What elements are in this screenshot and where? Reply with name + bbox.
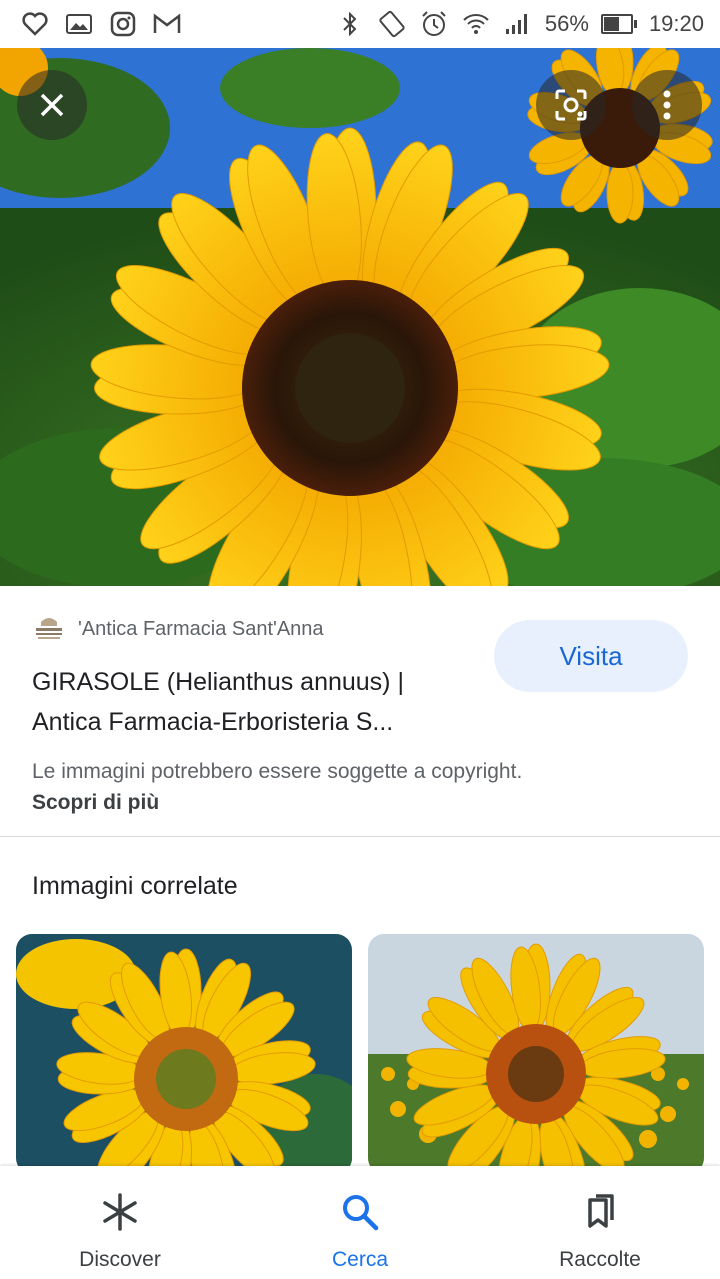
nav-search[interactable]: Cerca [240, 1166, 480, 1279]
instagram-icon [108, 9, 138, 39]
battery-icon [600, 14, 637, 34]
sunflower-illustration [0, 48, 720, 586]
battery-percent: 56% [544, 11, 589, 36]
close-button[interactable] [17, 70, 87, 140]
background-petal [606, 162, 634, 224]
image-title-line-2: Antica Farmacia-Erboristeria S... [32, 708, 394, 736]
source-row[interactable]: 'Antica Farmacia Sant'Anna [32, 614, 324, 644]
image-title[interactable]: GIRASOLE (Helianthus annuus) | Antica Fa… [32, 662, 482, 742]
related-image-2[interactable] [368, 934, 704, 1174]
learn-more-link[interactable]: Scopri di più [32, 791, 159, 814]
alarm-icon [419, 9, 449, 39]
nav-collections-label: Raccolte [559, 1248, 641, 1271]
nav-discover-label: Discover [79, 1248, 161, 1271]
main-image[interactable] [0, 48, 720, 586]
related-images-grid [16, 934, 706, 1174]
section-divider [0, 836, 720, 837]
nav-discover[interactable]: Discover [0, 1166, 240, 1279]
bottom-navigation: Discover Cerca Raccolte [0, 1166, 720, 1279]
asterisk-icon [98, 1190, 142, 1234]
lens-button[interactable] [536, 70, 606, 140]
copyright-notice: Le immagini potrebbero essere soggette a… [32, 756, 552, 818]
image-icon [64, 9, 94, 39]
bluetooth-icon [335, 9, 365, 39]
related-images-heading: Immagini correlate [32, 872, 238, 900]
image-title-line-1: GIRASOLE (Helianthus annuus) | [32, 668, 404, 696]
signal-icon [503, 9, 533, 39]
source-panel: 'Antica Farmacia Sant'Anna GIRASOLE (Hel… [0, 586, 720, 836]
site-favicon-icon [32, 614, 66, 644]
close-icon [38, 91, 66, 119]
lens-icon [553, 87, 589, 123]
related-image-1[interactable] [16, 934, 352, 1174]
gmail-icon [152, 9, 182, 39]
status-bar: 56% 19:20 [0, 0, 720, 48]
nav-collections[interactable]: Raccolte [480, 1166, 720, 1279]
more-options-button[interactable] [632, 70, 702, 140]
collections-icon [578, 1190, 622, 1234]
visit-button[interactable]: Visita [494, 620, 688, 692]
source-site-name: 'Antica Farmacia Sant'Anna [78, 617, 324, 640]
rotate-icon [377, 9, 407, 39]
wifi-icon [461, 9, 491, 39]
nav-search-label: Cerca [331, 1248, 389, 1271]
more-vertical-icon [662, 89, 672, 121]
clock: 19:20 [648, 11, 704, 36]
copyright-text: Le immagini potrebbero essere soggette a… [32, 760, 523, 783]
heart-icon [20, 9, 50, 39]
search-icon [338, 1190, 382, 1234]
status-left-icons [20, 9, 182, 39]
status-right-icons: 56% 19:20 [335, 9, 704, 39]
